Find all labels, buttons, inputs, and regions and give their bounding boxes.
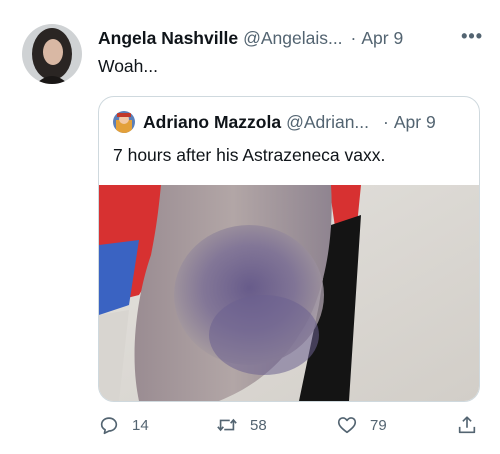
quoted-tweet-header: Adriano Mazzola @Adrian... · Apr 9 (113, 109, 469, 135)
share-button[interactable] (456, 410, 478, 440)
quoted-header-separator: · (383, 111, 389, 132)
like-count: 79 (370, 416, 387, 434)
heart-icon (337, 417, 357, 434)
quoted-tweet-text: 7 hours after his Astrazeneca vaxx. (113, 145, 386, 165)
header-separator: · (350, 27, 357, 48)
quoted-tweet-date: Apr 9 (393, 111, 436, 132)
quoted-tweet[interactable]: Adriano Mazzola @Adrian... · Apr 9 7 hou… (98, 96, 480, 402)
share-icon (458, 416, 476, 434)
author-avatar-image (22, 24, 82, 84)
author-handle[interactable]: @Angelais... (243, 28, 342, 49)
tweet-date[interactable]: Apr 9 (361, 28, 403, 49)
author-name[interactable]: Angela Nashville (98, 28, 238, 49)
quoted-author-avatar (113, 111, 135, 133)
reply-count: 14 (132, 416, 149, 434)
tweet-header: Angela Nashville @Angelais... · Apr 9 ••… (98, 26, 483, 50)
reply-icon (100, 417, 118, 435)
retweet-icon (217, 418, 237, 432)
retweet-count: 58 (250, 416, 267, 434)
reply-button[interactable]: 14 (98, 410, 149, 440)
tweet-actions: 14 58 79 (98, 410, 483, 440)
tweet-text: Woah... (98, 56, 158, 76)
more-icon[interactable]: ••• (461, 26, 483, 46)
quoted-author-handle: @Adrian... (286, 111, 370, 132)
quoted-author-name: Adriano Mazzola (143, 111, 282, 132)
like-button[interactable]: 79 (336, 410, 387, 440)
quoted-tweet-photo[interactable] (99, 185, 479, 401)
author-avatar[interactable] (22, 24, 82, 84)
retweet-button[interactable]: 58 (216, 410, 267, 440)
